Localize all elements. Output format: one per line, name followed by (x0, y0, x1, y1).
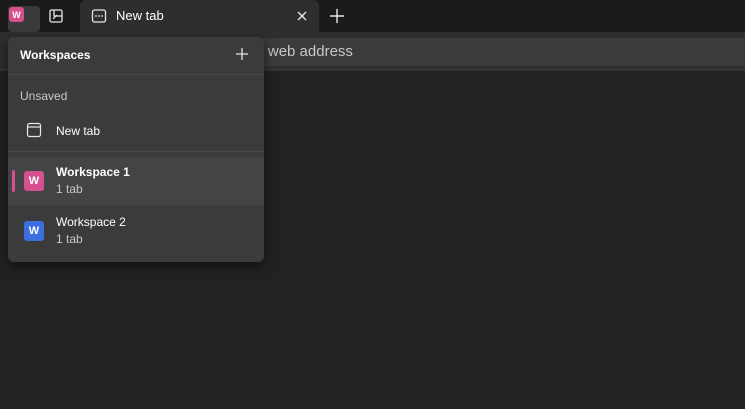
tab-title: New tab (116, 8, 164, 23)
workspace-tab-count: 1 tab (56, 182, 83, 196)
workspace-badge-icon: W (24, 221, 44, 241)
unsaved-item-label: New tab (56, 124, 101, 138)
flyout-divider (8, 151, 264, 152)
workspace-item-2[interactable]: W Workspace 2 1 tab (8, 207, 264, 255)
workspace-tab-count: 1 tab (56, 232, 83, 246)
add-workspace-icon[interactable] (235, 47, 249, 61)
flyout-divider (8, 74, 264, 75)
workspace-item-1[interactable]: W Workspace 1 1 tab (8, 157, 264, 205)
tab-actions-icon[interactable] (48, 8, 64, 24)
workspace-badge-icon[interactable]: W (9, 7, 24, 22)
section-label-unsaved: Unsaved (20, 89, 68, 103)
tab-strip: W New tab (0, 0, 745, 32)
workspace-name: Workspace 1 (56, 165, 130, 179)
close-icon[interactable] (295, 9, 309, 23)
new-tab-page-icon (91, 9, 107, 23)
workspace-name: Workspace 2 (56, 215, 126, 229)
address-bar[interactable]: ch or enter web address (192, 38, 745, 66)
unsaved-tab-item[interactable]: New tab (8, 116, 264, 148)
new-tab-plus-icon[interactable] (328, 7, 346, 25)
tab-new-tab[interactable]: New tab (80, 0, 319, 32)
flyout-title: Workspaces (20, 48, 91, 62)
selected-indicator (12, 170, 15, 192)
browser-window-icon (26, 122, 42, 138)
workspace-badge-icon: W (24, 171, 44, 191)
workspaces-flyout: Workspaces Unsaved New tab W Workspace 1… (8, 37, 264, 262)
